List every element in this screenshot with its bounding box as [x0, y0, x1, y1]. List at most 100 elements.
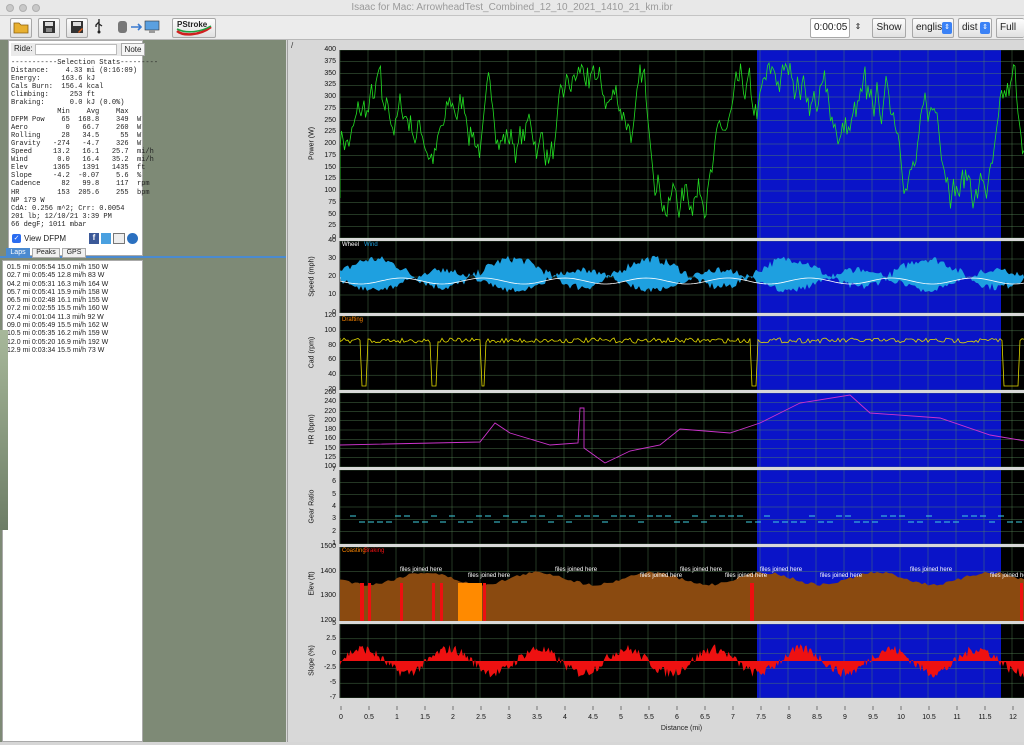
- twitter-icon[interactable]: [101, 233, 111, 244]
- device-transfer-icon: [118, 20, 160, 33]
- stats-line: Cadence 82 99.8 117 rpm: [11, 180, 150, 189]
- x-tick-label: 3.5: [532, 714, 542, 721]
- range-select[interactable]: Full Rid: [996, 18, 1024, 51]
- speed-ytick: 30: [328, 255, 336, 262]
- slope-ytick: -7: [329, 694, 336, 701]
- lap-row[interactable]: 07.4 mi 0:01:04 11.3 mi/h 92 W: [7, 314, 108, 322]
- power-ytick: 75: [328, 198, 336, 206]
- units-value: dist: [962, 22, 978, 33]
- power-ytick: 25: [328, 222, 336, 230]
- mail-icon[interactable]: [113, 233, 125, 244]
- elev-chart[interactable]: Coasting Braking files joined here files jo…: [339, 547, 1024, 621]
- lap-power: 162 W: [87, 322, 109, 330]
- lap-speed: 15.5 mi/h: [57, 305, 88, 313]
- lap-time: 0:05:54: [31, 264, 58, 271]
- device-to-computer-button[interactable]: [114, 18, 164, 38]
- slope-plot: [340, 624, 1024, 698]
- x-tick-label: 4.5: [588, 714, 598, 721]
- show-button[interactable]: Show: [872, 18, 906, 38]
- units-select[interactable]: dist ⇕: [958, 18, 992, 38]
- lap-dist: 10.5 mi: [7, 330, 32, 338]
- speed-legend-a: Wheel: [342, 242, 360, 248]
- power-plot: [340, 50, 1024, 238]
- time-stepper[interactable]: ⇕: [852, 18, 864, 38]
- power-chart[interactable]: [339, 50, 1024, 238]
- save-button[interactable]: [38, 18, 60, 38]
- wind-series: [340, 255, 1024, 293]
- hr-chart[interactable]: [339, 393, 1024, 467]
- time-field[interactable]: 0:00:05: [810, 18, 850, 38]
- lap-speed: 15.5 mi/h: [57, 346, 88, 354]
- stats-line: 66 degF; 1011 mbar: [11, 220, 87, 229]
- cad-chart[interactable]: Drafting: [339, 316, 1024, 390]
- lap-dist: 02.7 mi: [7, 272, 32, 280]
- files-joined-annotation: files joined here: [760, 567, 803, 573]
- floppy-icon: [43, 21, 55, 33]
- power-ytick: 175: [324, 151, 336, 159]
- laps-list: 01.5 mi 0:05:54 15.0 mi/h 150 W 02.7 mi …: [2, 260, 143, 742]
- x-tick-label: 0: [339, 714, 343, 721]
- x-tick-label: 9: [843, 714, 847, 721]
- x-tick-label: 10: [897, 714, 905, 721]
- lap-row[interactable]: 06.5 mi 0:02:48 16.1 mi/h 155 W: [7, 297, 108, 305]
- x-axis-ticks: 0 0.5 1 1.5 2 2.5 3 3.5 4 4.5 5 5.5 6 6.5 7 7.5 8 8.5 9 9.5…: [339, 706, 1017, 721]
- lap-row[interactable]: 07.2 mi 0:02:55 15.5 mi/h 160 W: [7, 305, 108, 313]
- files-joined-annotation: files joined here: [910, 567, 953, 573]
- lap-speed: 11.3 mi/h: [57, 313, 88, 321]
- view-dfpm-checkbox[interactable]: ✓: [12, 234, 21, 243]
- slope-chart[interactable]: [339, 624, 1024, 698]
- lap-time: 0:05:41: [31, 288, 58, 296]
- web-icon[interactable]: [127, 233, 138, 244]
- lap-row[interactable]: 12.9 mi 0:03:34 15.5 mi/h 73 W: [7, 347, 108, 355]
- tab-laps[interactable]: Laps: [6, 248, 30, 258]
- x-tick-label: 7: [731, 714, 735, 721]
- background-photo-strip: [0, 330, 8, 530]
- elev-legend-b: Braking: [364, 548, 385, 554]
- lap-dist: 05.7 mi: [7, 288, 32, 296]
- usb-button[interactable]: [92, 18, 106, 38]
- lap-row[interactable]: 09.0 mi 0:05:49 15.5 mi/h 162 W: [7, 322, 108, 330]
- hr-ytick: 260: [324, 389, 336, 396]
- hr-ytitle: HR (bpm): [308, 414, 316, 445]
- slope-ytick: -2.5: [323, 664, 336, 672]
- tab-peaks[interactable]: Peaks: [32, 248, 60, 258]
- lap-time: 0:02:48: [31, 297, 58, 305]
- hr-plot: [340, 393, 1024, 467]
- cad-ytick: 100: [324, 326, 336, 334]
- coasting-braking-mark: [400, 583, 403, 621]
- facebook-icon[interactable]: f: [89, 233, 99, 244]
- lap-row[interactable]: 02.7 mi 0:05:45 12.8 mi/h 83 W: [7, 272, 108, 280]
- gear-chart[interactable]: [339, 470, 1024, 544]
- lap-power: 160 W: [87, 305, 109, 313]
- lap-dist: 07.4 mi: [7, 313, 32, 321]
- stats-line: Elev 1365 1391 1435 ft: [11, 164, 146, 173]
- open-file-button[interactable]: [10, 18, 32, 38]
- files-joined-annotation: files joined here: [468, 573, 511, 579]
- speed-ytitle: Speed (mph): [308, 256, 316, 297]
- lap-row[interactable]: 04.2 mi 0:05:31 16.3 mi/h 164 W: [7, 281, 108, 289]
- lap-power: 150 W: [87, 264, 109, 271]
- gear-ytick: 7: [332, 466, 336, 473]
- lap-row[interactable]: 01.5 mi 0:05:54 15.0 mi/h 150 W: [7, 264, 108, 272]
- x-tick-label: 3: [507, 714, 511, 721]
- lap-row[interactable]: 05.7 mi 0:05:41 15.9 mi/h 158 W: [7, 289, 108, 297]
- ride-label: Ride:: [14, 44, 33, 53]
- language-select[interactable]: english ⇕: [912, 18, 954, 38]
- lap-speed: 16.1 mi/h: [57, 297, 88, 305]
- note-button[interactable]: Note: [121, 43, 145, 56]
- elev-legend-a: Coasting: [342, 548, 366, 554]
- lap-row[interactable]: 12.0 mi 0:05:20 16.9 mi/h 192 W: [7, 339, 108, 347]
- cad-ytick: 120: [324, 312, 336, 319]
- chevron-updown-icon: ⇕: [942, 22, 952, 34]
- power-ytick: 150: [324, 163, 336, 171]
- speed-chart[interactable]: Wheel Wind: [339, 241, 1024, 313]
- ride-name-input[interactable]: [35, 44, 117, 55]
- slope-ytick: 5: [332, 620, 336, 627]
- coasting-braking-mark: [368, 583, 371, 621]
- tab-gps[interactable]: GPS: [62, 248, 86, 258]
- view-dfpm-label: View DFPM: [24, 234, 67, 243]
- lap-row[interactable]: 10.5 mi 0:05:35 16.2 mi/h 159 W: [7, 330, 108, 338]
- lap-power: 158 W: [87, 288, 109, 296]
- save-as-button[interactable]: [66, 18, 88, 38]
- pstroke-button[interactable]: PStroke: [172, 18, 216, 38]
